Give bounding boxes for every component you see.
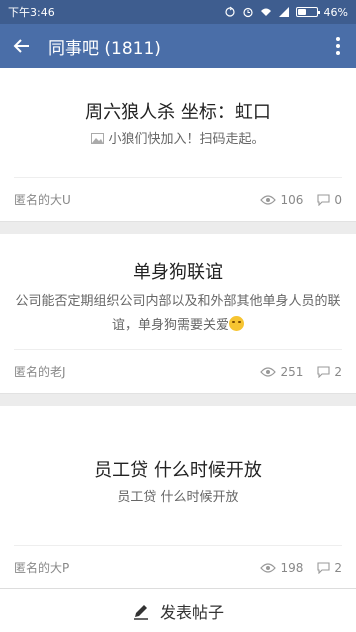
comment-icon <box>317 365 330 378</box>
post-footer: 匿名的大P 198 2 <box>14 545 342 589</box>
view-count: 106 <box>260 193 303 207</box>
smile-emoji-icon <box>229 316 244 331</box>
post-card[interactable]: 周六狼人杀 坐标：虹口 小狼们快加入！扫码走起。 匿名的大U 106 0 <box>0 68 356 222</box>
post-author: 匿名的老J <box>14 365 66 379</box>
new-post-label: 发表帖子 <box>159 602 224 622</box>
view-count: 251 <box>260 365 303 379</box>
more-options-button[interactable] <box>320 24 356 68</box>
eye-icon <box>260 366 277 377</box>
post-author: 匿名的大U <box>14 193 71 207</box>
comment-icon <box>317 561 330 574</box>
eye-icon <box>260 194 277 205</box>
view-count: 198 <box>260 561 303 575</box>
post-title: 员工贷 什么时候开放 <box>94 460 262 481</box>
battery-percent: 46% <box>323 5 348 19</box>
status-bar: 下午3:46 46% <box>0 0 356 24</box>
image-icon <box>91 133 105 144</box>
post-body: 小狼们快加入！扫码走起。 <box>108 132 265 147</box>
wifi-icon <box>260 8 271 16</box>
comment-count: 2 <box>317 365 342 379</box>
post-body: 公司能否定期组织公司内部以及和外部其他单身人员的联谊，单身狗需要关爱 <box>15 294 341 333</box>
post-footer: 匿名的大U 106 0 <box>14 177 342 221</box>
post-body: 员工贷 什么时候开放 <box>117 490 239 505</box>
pencil-icon <box>133 604 148 620</box>
post-title: 单身狗联谊 <box>133 262 223 283</box>
back-button[interactable] <box>0 24 44 68</box>
new-post-button[interactable]: 发表帖子 <box>0 588 356 632</box>
eye-icon <box>260 562 277 573</box>
battery-icon <box>295 7 320 17</box>
rotation-icon <box>224 6 235 17</box>
post-card[interactable]: 单身狗联谊 公司能否定期组织公司内部以及和外部其他单身人员的联谊，单身狗需要关爱… <box>0 234 356 394</box>
comment-count: 2 <box>317 561 342 575</box>
post-list: 周六狼人杀 坐标：虹口 小狼们快加入！扫码走起。 匿名的大U 106 0 单身狗… <box>0 68 356 590</box>
more-vert-icon <box>336 37 340 41</box>
post-card[interactable]: 员工贷 什么时候开放 员工贷 什么时候开放 匿名的大P 198 2 <box>0 406 356 590</box>
post-footer: 匿名的老J 251 2 <box>14 349 342 393</box>
page-title: 同事吧 (1811) <box>48 38 161 59</box>
signal-icon <box>278 7 289 17</box>
status-time: 下午3:46 <box>8 6 55 19</box>
post-author: 匿名的大P <box>14 561 70 575</box>
alarm-icon <box>242 7 253 18</box>
back-arrow-icon <box>13 39 29 53</box>
status-icons: 46% <box>224 6 348 19</box>
comment-icon <box>317 193 330 206</box>
app-bar: 同事吧 (1811) <box>0 24 356 68</box>
comment-count: 0 <box>317 193 342 207</box>
post-title: 周六狼人杀 坐标：虹口 <box>85 102 271 123</box>
